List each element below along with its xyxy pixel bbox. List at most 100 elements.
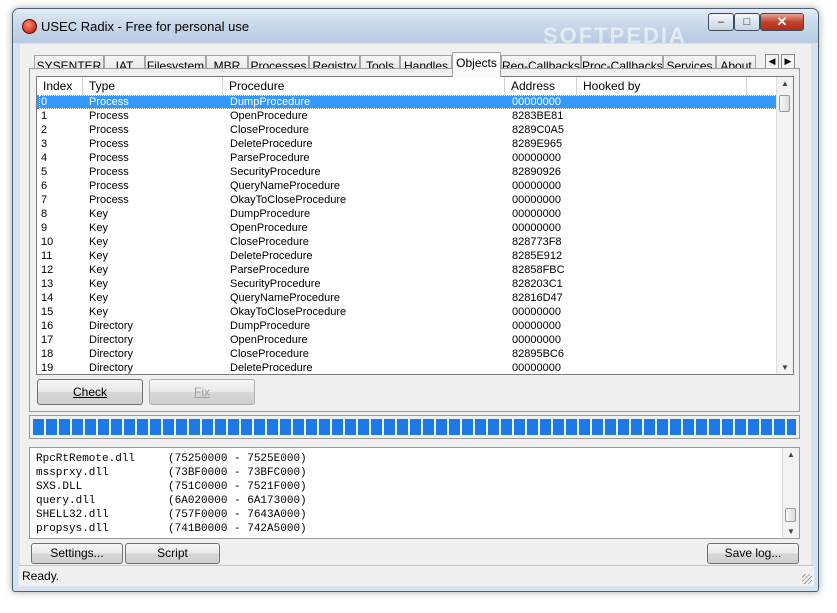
cell-index: 5	[41, 166, 48, 178]
cell-type: Key	[89, 250, 108, 262]
cell-address: 828773F8	[512, 236, 562, 248]
scroll-up-arrow-icon[interactable]: ▲	[781, 79, 789, 88]
table-row[interactable]: 11 Key DeleteProcedure 8285E912	[37, 249, 779, 263]
cell-type: Process	[89, 138, 129, 150]
cell-type: Process	[89, 166, 129, 178]
column-header-address[interactable]: Address	[505, 77, 577, 95]
fix-button: Fix	[149, 379, 255, 405]
table-row[interactable]: 8 Key DumpProcedure 00000000	[37, 207, 779, 221]
cell-index: 6	[41, 180, 48, 192]
log-line: RpcRtRemote.dll (75250000 - 7525E000)	[36, 453, 307, 465]
objects-table[interactable]: Index Type Procedure Address Hooked by 0…	[36, 76, 794, 375]
table-row[interactable]: 5 Process SecurityProcedure 82890926	[37, 165, 779, 179]
cell-index: 0	[41, 96, 48, 108]
table-row[interactable]: 15 Key OkayToCloseProcedure 00000000	[37, 305, 779, 319]
cell-procedure: SecurityProcedure	[230, 278, 321, 290]
tab-objects[interactable]: Objects	[452, 52, 501, 77]
status-text: Ready.	[22, 569, 60, 583]
cell-procedure: SecurityProcedure	[230, 166, 321, 178]
status-bar: Ready.	[19, 565, 814, 586]
maximize-button[interactable]: □	[734, 13, 760, 31]
cell-index: 19	[41, 362, 54, 374]
table-body: 0 Process DumpProcedure 00000000 1 Process Ope…	[37, 95, 779, 374]
table-row[interactable]: 7 Process OkayToCloseProcedure 00000000	[37, 193, 779, 207]
table-row[interactable]: 12 Key ParseProcedure 82858FBC	[37, 263, 779, 277]
progress-fill	[33, 419, 796, 435]
cell-address: 00000000	[512, 362, 561, 374]
table-row[interactable]: 1 Process OpenProcedure 8283BE81	[37, 109, 779, 123]
column-header-type[interactable]: Type	[83, 77, 223, 95]
log-line: SXS.DLL (751C0000 - 7521F000)	[36, 481, 307, 493]
cell-procedure: QueryNameProcedure	[230, 292, 341, 304]
log-scrollbar[interactable]: ▲ ▼	[782, 448, 799, 538]
script-interpreter-button[interactable]: Script interpreter...	[125, 543, 220, 579]
cell-type: Process	[89, 124, 129, 136]
cell-index: 2	[41, 124, 48, 136]
scrollbar-thumb[interactable]	[779, 95, 790, 112]
log-output[interactable]: RpcRtRemote.dll (75250000 - 7525E000) mss…	[29, 447, 800, 539]
table-row[interactable]: 14 Key QueryNameProcedure 82816D47	[37, 291, 779, 305]
log-line: query.dll (6A020000 - 6A173000)	[36, 495, 307, 507]
cell-index: 3	[41, 138, 48, 150]
table-row[interactable]: 16 Directory DumpProcedure 00000000	[37, 319, 779, 333]
cell-procedure: OpenProcedure	[230, 334, 308, 346]
table-row[interactable]: 6 Process QueryNameProcedure 00000000	[37, 179, 779, 193]
cell-index: 12	[41, 264, 54, 276]
cell-index: 4	[41, 152, 48, 164]
cell-procedure: DeleteProcedure	[230, 250, 313, 262]
table-row[interactable]: 13 Key SecurityProcedure 828203C1	[37, 277, 779, 291]
cell-index: 18	[41, 348, 54, 360]
log-scrollbar-thumb[interactable]	[785, 508, 796, 522]
cell-address: 00000000	[512, 222, 561, 234]
cell-address: 00000000	[512, 96, 561, 108]
scan-progress-bar	[29, 415, 800, 439]
cell-address: 8283BE81	[512, 110, 564, 122]
cell-procedure: ParseProcedure	[230, 152, 310, 164]
cell-index: 7	[41, 194, 48, 206]
table-row[interactable]: 10 Key CloseProcedure 828773F8	[37, 235, 779, 249]
cell-type: Process	[89, 152, 129, 164]
cell-index: 17	[41, 334, 54, 346]
log-scroll-up-arrow-icon[interactable]: ▲	[787, 450, 795, 459]
log-scroll-down-arrow-icon[interactable]: ▼	[787, 527, 795, 536]
cell-type: Directory	[89, 362, 134, 374]
table-row[interactable]: 18 Directory CloseProcedure 82895BC6	[37, 347, 779, 361]
cell-type: Key	[89, 278, 108, 290]
cell-procedure: OkayToCloseProcedure	[230, 306, 347, 318]
cell-procedure: DeleteProcedure	[230, 362, 313, 374]
column-header-index[interactable]: Index	[37, 77, 83, 95]
table-row[interactable]: 0 Process DumpProcedure 00000000	[37, 95, 779, 109]
column-header-procedure[interactable]: Procedure	[223, 77, 505, 95]
cell-procedure: OkayToCloseProcedure	[230, 194, 347, 206]
cell-address: 00000000	[512, 306, 561, 318]
cell-address: 82858FBC	[512, 264, 565, 276]
cell-address: 828203C1	[512, 278, 563, 290]
title-bar[interactable]: USEC Radix - Free for personal use SOFTP…	[13, 9, 818, 48]
cell-type: Directory	[89, 334, 134, 346]
close-button[interactable]: ✕	[760, 13, 804, 31]
minimize-button[interactable]: –	[708, 13, 734, 31]
resize-grip-icon[interactable]	[802, 574, 812, 584]
table-row[interactable]: 17 Directory OpenProcedure 00000000	[37, 333, 779, 347]
table-row[interactable]: 19 Directory DeleteProcedure 00000000	[37, 361, 779, 374]
save-log-button[interactable]: Save log...	[707, 543, 799, 564]
table-row[interactable]: 2 Process CloseProcedure 8289C0A5	[37, 123, 779, 137]
cell-type: Process	[89, 194, 129, 206]
cell-procedure: CloseProcedure	[230, 236, 309, 248]
cell-index: 1	[41, 110, 48, 122]
table-scrollbar[interactable]: ▲ ▼	[776, 77, 793, 374]
cell-address: 8285E912	[512, 250, 563, 262]
table-row[interactable]: 4 Process ParseProcedure 00000000	[37, 151, 779, 165]
table-row[interactable]: 3 Process DeleteProcedure 8289E965	[37, 137, 779, 151]
check-button[interactable]: Check	[37, 379, 143, 405]
cell-type: Key	[89, 208, 108, 220]
fix-button-label: Fix	[194, 385, 210, 399]
cell-address: 82890926	[512, 166, 561, 178]
settings-button[interactable]: Settings...	[31, 543, 123, 564]
cell-index: 16	[41, 320, 54, 332]
cell-address: 00000000	[512, 334, 561, 346]
column-header-hooked-by[interactable]: Hooked by	[577, 77, 747, 95]
table-row[interactable]: 9 Key OpenProcedure 00000000	[37, 221, 779, 235]
scroll-down-arrow-icon[interactable]: ▼	[781, 363, 789, 372]
log-line: SHELL32.dll (757F0000 - 7643A000)	[36, 509, 307, 521]
